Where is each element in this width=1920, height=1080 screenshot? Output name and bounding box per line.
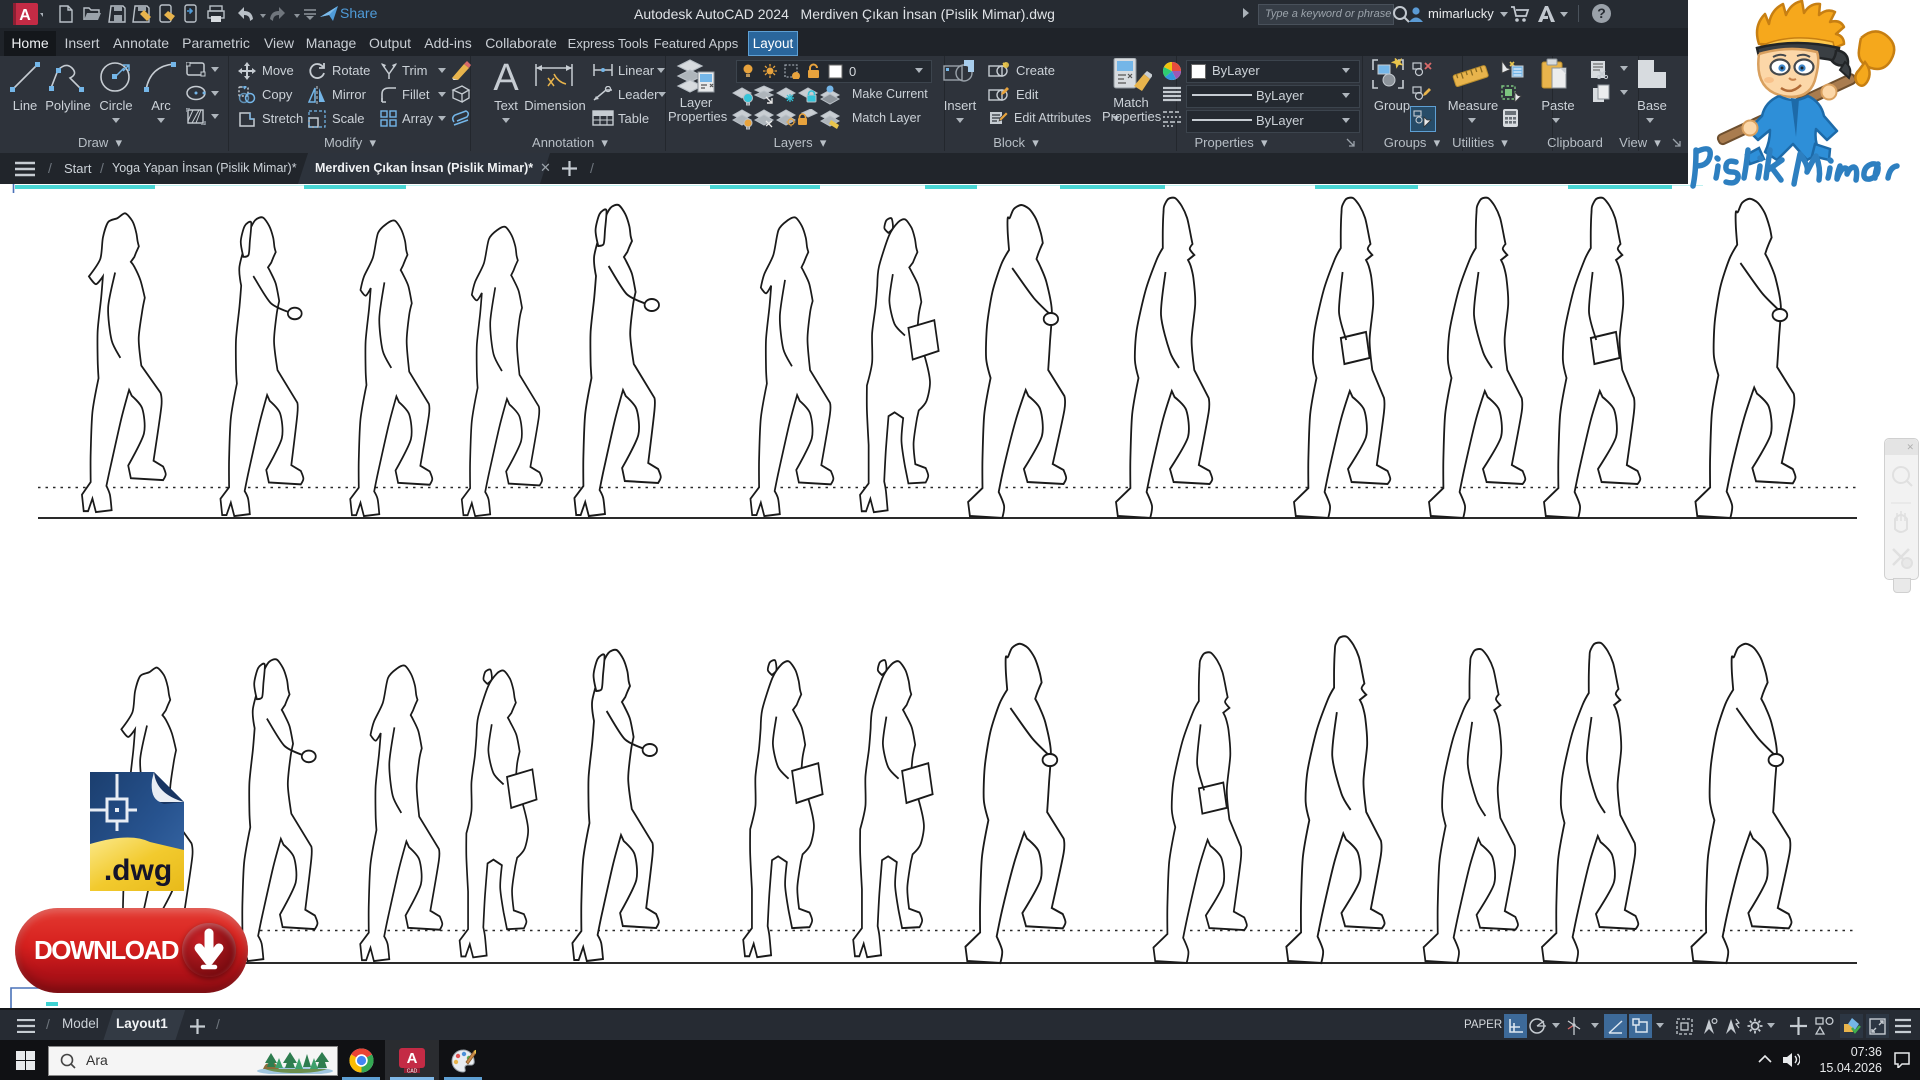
svg-text:.dwg: .dwg (104, 854, 172, 887)
svg-text:A: A (493, 58, 519, 96)
svg-text:A: A (407, 1050, 418, 1067)
svg-text:CAD: CAD (407, 1069, 418, 1073)
svg-text:A: A (19, 7, 31, 24)
svg-text:0: 0 (849, 64, 856, 79)
